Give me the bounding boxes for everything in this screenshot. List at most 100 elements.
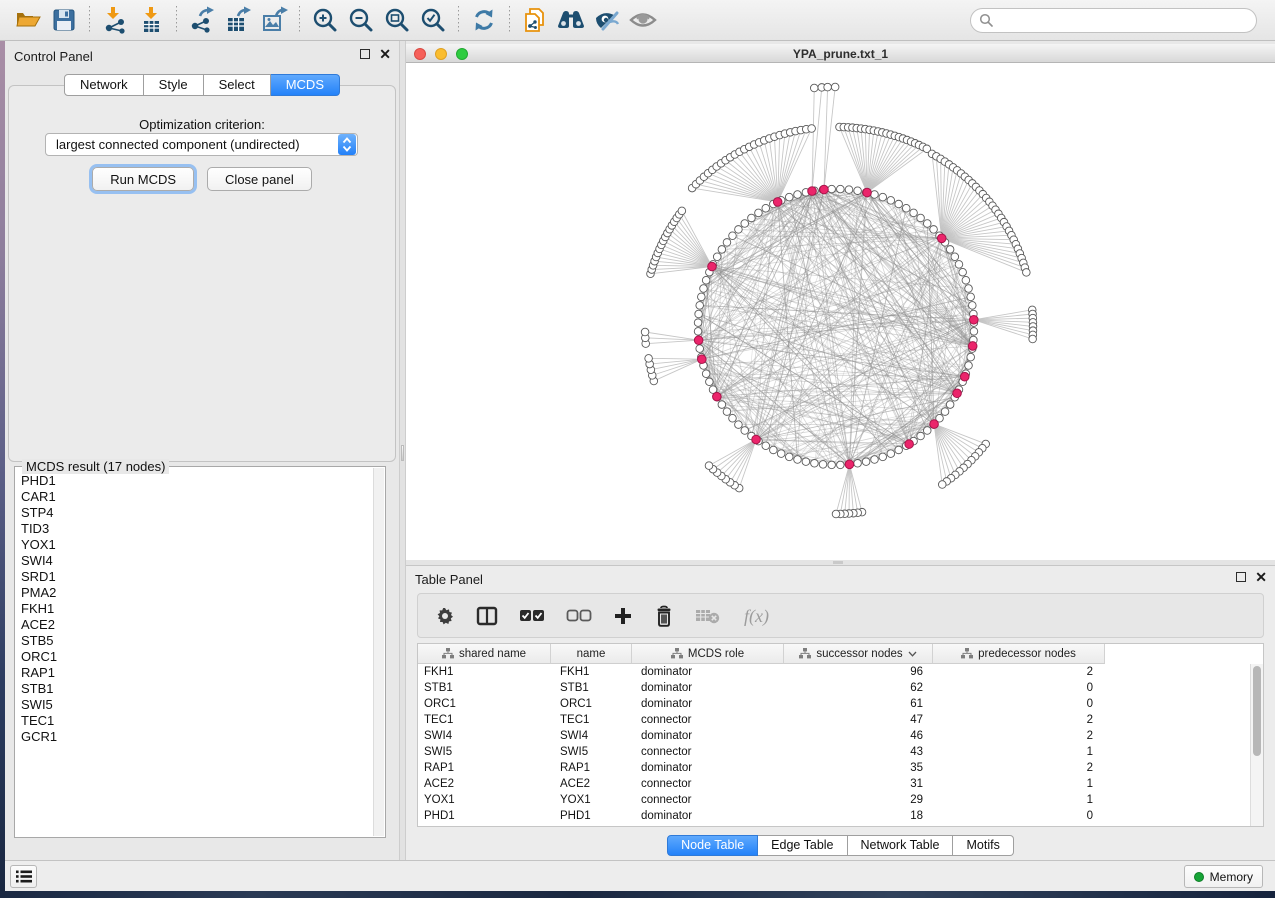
ring-node[interactable] [735, 421, 743, 429]
ring-node[interactable] [700, 285, 708, 293]
leaf-node[interactable] [645, 355, 653, 363]
mcds-result-item[interactable]: TEC1 [19, 713, 371, 729]
table-tab-network-table[interactable]: Network Table [848, 835, 954, 856]
ring-node[interactable] [946, 401, 954, 409]
mcds-hub-node[interactable] [905, 440, 914, 449]
ring-node[interactable] [930, 226, 938, 234]
refresh-button[interactable] [466, 3, 502, 37]
column-header-shared-name[interactable]: shared name [418, 644, 551, 664]
mcds-result-item[interactable]: PMA2 [19, 585, 371, 601]
close-panel-icon[interactable]: ✕ [1255, 572, 1267, 582]
mcds-hub-node[interactable] [820, 185, 829, 194]
ring-node[interactable] [828, 461, 836, 469]
tab-mcds[interactable]: MCDS [271, 74, 340, 96]
network-graph[interactable] [406, 63, 1275, 560]
ring-node[interactable] [917, 214, 925, 222]
tab-select[interactable]: Select [204, 74, 271, 96]
splitter-grip[interactable] [401, 445, 404, 461]
ring-node[interactable] [955, 261, 963, 269]
ring-node[interactable] [819, 461, 827, 469]
mcds-result-item[interactable]: TID3 [19, 521, 371, 537]
tab-style[interactable]: Style [144, 74, 204, 96]
ring-node[interactable] [910, 209, 918, 217]
ring-node[interactable] [695, 310, 703, 318]
leaf-node[interactable] [824, 83, 832, 91]
ring-node[interactable] [741, 427, 749, 435]
ring-node[interactable] [895, 200, 903, 208]
ring-node[interactable] [718, 401, 726, 409]
ring-node[interactable] [735, 226, 743, 234]
ring-node[interactable] [785, 453, 793, 461]
ring-node[interactable] [828, 185, 836, 193]
table-scrollbar[interactable] [1250, 664, 1263, 826]
ring-node[interactable] [706, 378, 714, 386]
mcds-result-item[interactable]: SWI5 [19, 697, 371, 713]
ring-node[interactable] [970, 328, 978, 336]
float-panel-icon[interactable] [360, 49, 370, 59]
leaf-node[interactable] [938, 481, 946, 489]
ring-node[interactable] [729, 414, 737, 422]
ring-node[interactable] [694, 328, 702, 336]
ring-node[interactable] [923, 220, 931, 228]
ring-node[interactable] [837, 461, 845, 469]
ring-node[interactable] [696, 302, 704, 310]
deselect-all-button[interactable] [566, 609, 592, 623]
mcds-hub-node[interactable] [808, 187, 817, 196]
ring-node[interactable] [729, 232, 737, 240]
mcds-result-item[interactable]: STB1 [19, 681, 371, 697]
mcds-hub-node[interactable] [937, 234, 946, 243]
leaf-node[interactable] [641, 328, 649, 336]
ring-node[interactable] [862, 458, 870, 466]
ring-node[interactable] [941, 408, 949, 416]
mcds-hub-node[interactable] [752, 435, 761, 444]
table-tab-edge-table[interactable]: Edge Table [758, 835, 847, 856]
ring-node[interactable] [770, 446, 778, 454]
mcds-hub-node[interactable] [953, 389, 962, 398]
ring-node[interactable] [959, 268, 967, 276]
function-builder-button[interactable]: f(x) [742, 604, 776, 628]
leaf-node[interactable] [808, 125, 816, 133]
leaf-node[interactable] [1029, 335, 1037, 343]
ring-node[interactable] [694, 319, 702, 327]
ring-node[interactable] [802, 458, 810, 466]
ring-node[interactable] [741, 220, 749, 228]
ring-node[interactable] [702, 276, 710, 284]
show-columns-button[interactable] [476, 606, 498, 626]
mcds-hub-node[interactable] [863, 188, 872, 197]
table-row[interactable]: RAP1RAP1dominator352 [418, 760, 1250, 776]
network-canvas[interactable] [406, 63, 1275, 560]
leaf-node[interactable] [810, 84, 818, 92]
mcds-result-item[interactable]: PHD1 [19, 473, 371, 489]
ring-node[interactable] [962, 276, 970, 284]
mcds-result-item[interactable]: ORC1 [19, 649, 371, 665]
mcds-hub-node[interactable] [694, 336, 703, 345]
ring-node[interactable] [811, 460, 819, 468]
ring-node[interactable] [871, 191, 879, 199]
table-row[interactable]: TEC1TEC1connector472 [418, 712, 1250, 728]
close-panel-button[interactable]: Close panel [207, 167, 312, 191]
save-session-button[interactable] [46, 3, 82, 37]
mcds-result-item[interactable]: FKH1 [19, 601, 371, 617]
ring-node[interactable] [969, 302, 977, 310]
open-session-button[interactable] [10, 3, 46, 37]
ring-node[interactable] [895, 446, 903, 454]
table-row[interactable]: SWI4SWI4dominator462 [418, 728, 1250, 744]
column-header-MCDS-role[interactable]: MCDS role [632, 644, 784, 664]
ring-node[interactable] [887, 197, 895, 205]
column-header-successor-nodes[interactable]: successor nodes [784, 644, 933, 664]
ring-node[interactable] [718, 246, 726, 254]
leaf-node[interactable] [1023, 269, 1031, 277]
delete-column-button[interactable] [654, 605, 674, 627]
tab-network[interactable]: Network [64, 74, 144, 96]
delete-table-button[interactable] [695, 607, 721, 625]
ring-node[interactable] [723, 239, 731, 247]
mcds-result-item[interactable]: ACE2 [19, 617, 371, 633]
zoom-selected-button[interactable] [415, 3, 451, 37]
ring-node[interactable] [762, 442, 770, 450]
column-header-name[interactable]: name [551, 644, 632, 664]
mcds-result-item[interactable]: SRD1 [19, 569, 371, 585]
import-table-button[interactable] [133, 3, 169, 37]
mcds-hub-node[interactable] [773, 198, 782, 207]
ring-node[interactable] [777, 450, 785, 458]
close-panel-icon[interactable]: ✕ [379, 49, 391, 59]
